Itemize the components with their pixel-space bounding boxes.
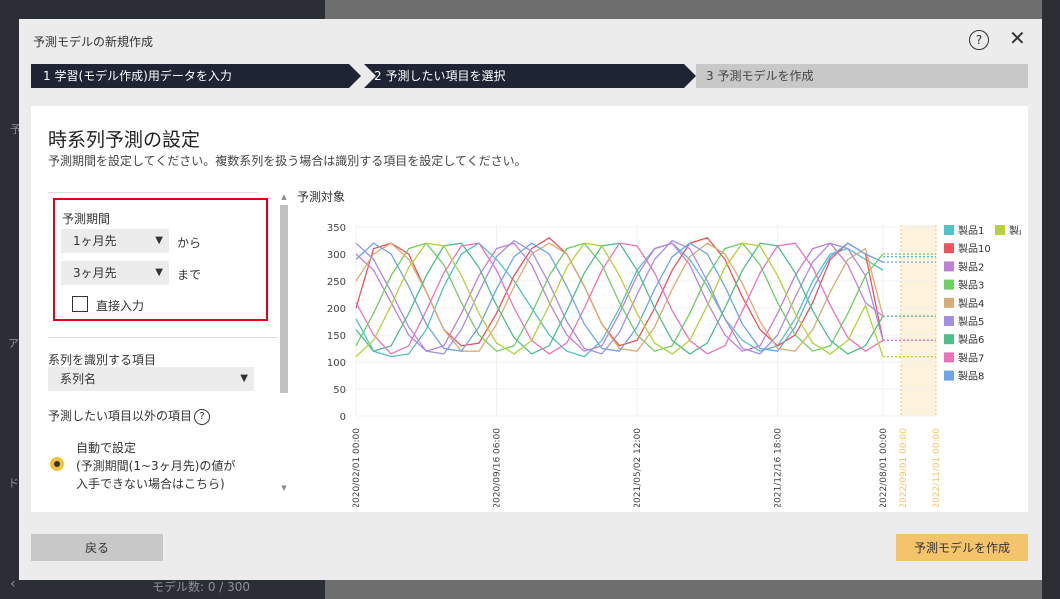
legend-label: 製品8 [958,370,984,383]
period-to-suffix: まで [177,268,202,282]
direct-input-checkbox[interactable] [72,296,88,312]
step-3-create-model: 3 予測モデルを作成 [696,64,1028,88]
period-to-value: 3ヶ月先 [73,266,117,280]
chevron-down-icon: ▼ [240,373,248,384]
x-tick-label: 2022/08/01 00:00 [879,428,889,507]
forecast-tick-label: 2022/11/01 00:00 [932,428,942,507]
other-items-label: 予測したい項目以外の項目? [48,407,211,425]
background-right-border [1042,0,1060,599]
x-tick-label: 2021/12/16 18:00 [774,428,784,507]
period-from-select[interactable]: 1ヶ月先 ▼ [61,229,169,253]
form-scrollbar[interactable]: ▲ ▼ [279,193,289,494]
chevron-down-icon: ▼ [155,267,163,278]
legend-label: 製品7 [958,351,984,364]
period-label: 予測期間 [62,212,111,226]
y-tick-label: 0 [340,412,346,423]
x-tick-label: 2021/05/02 12:00 [633,428,643,507]
series-id-value: 系列名 [60,372,97,386]
model-count: モデル数: 0 / 300 [152,580,251,594]
create-model-button[interactable]: 予測モデルを作成 [896,534,1028,561]
panel-title: 時系列予測の設定 [48,129,201,151]
legend-label: 製品5 [958,315,984,328]
background-sidebar-text: ド [8,477,19,490]
series-id-label: 系列を識別する項目 [48,353,157,367]
direct-input-label: 直接入力 [96,299,145,313]
auto-setting-line: (予測期間(1~3ヶ月先)の値が [76,459,236,473]
legend-swatch [944,297,954,308]
legend-label: 製品9 [1009,224,1021,237]
legend-swatch [944,261,954,272]
legend-swatch [944,243,954,254]
legend-label: 製品1 [958,224,984,237]
settings-form: 予測期間 1ヶ月先 ▼ から 3ヶ月先 ▼ まで 直接入力 系列を識別する項目 … [48,192,278,492]
scroll-down-icon[interactable]: ▼ [279,484,289,494]
legend-swatch [944,352,954,363]
step-1-input-data: 1 学習(モデル作成)用データを入力 [31,64,361,88]
legend-label: 製品6 [958,333,984,346]
auto-setting-radio[interactable] [50,457,64,471]
step-2-select-target: 2 予測したい項目を選択 [364,64,696,88]
legend-swatch [944,370,954,381]
dialog-title: 予測モデルの新規作成 [33,35,154,49]
back-button[interactable]: 戻る [31,534,163,561]
collapse-arrow-icon[interactable]: ‹ [10,576,16,592]
scroll-thumb[interactable] [280,205,288,393]
x-tick-label: 2020/02/01 00:00 [352,428,362,507]
y-tick-label: 50 [333,385,346,396]
y-tick-label: 300 [327,250,346,261]
forecast-tick-label: 2022/09/01 00:00 [899,428,909,507]
forecast-chart: 0 50 100 150 200 250 300 350 2020/02/01 00:00 202… [327,223,1021,507]
create-model-dialog: 予測モデルの新規作成 ? ✕ 1 学習(モデル作成)用データを入力 2 予測した… [19,19,1042,580]
divider [48,192,258,193]
background-sidebar-text: ア [8,337,19,350]
auto-setting-line: 入手できない場合はこちら) [76,477,225,491]
wizard-steps: 1 学習(モデル作成)用データを入力 2 予測したい項目を選択 3 予測モデルを… [31,64,1028,88]
legend-swatch [944,279,954,290]
period-to-select[interactable]: 3ヶ月先 ▼ [61,261,169,285]
legend-swatch [995,225,1005,235]
y-tick-label: 200 [327,304,346,315]
auto-setting-line: 自動で設定 [76,441,137,455]
legend-swatch [944,334,954,345]
panel-description: 予測期間を設定してください。複数系列を扱う場合は識別する項目を設定してください。 [48,154,527,168]
y-tick-label: 350 [327,223,346,234]
period-from-suffix: から [177,236,202,250]
scroll-up-icon[interactable]: ▲ [279,193,289,203]
legend-label: 製品3 [958,279,984,292]
legend-label: 製品10 [958,242,991,255]
y-tick-label: 250 [327,277,346,288]
series-id-select[interactable]: 系列名 ▼ [48,367,254,391]
other-items-label-text: 予測したい項目以外の項目 [48,409,193,423]
close-icon[interactable]: ✕ [1009,27,1026,49]
radio-selected-dot [54,461,60,467]
legend-swatch [944,225,954,235]
legend-swatch [944,316,954,326]
auto-setting-label: 自動で設定 (予測期間(1~3ヶ月先)の値が 入手できない場合はこちら) [76,439,235,492]
divider [48,337,278,338]
legend-label: 製品4 [958,297,984,310]
y-tick-label: 150 [327,331,346,342]
help-icon[interactable]: ? [969,30,989,50]
x-tick-label: 2020/09/16 06:00 [493,428,503,507]
legend-label: 製品2 [958,260,984,273]
help-icon[interactable]: ? [194,408,211,425]
y-tick-label: 100 [327,358,346,369]
chevron-down-icon: ▼ [155,235,163,246]
period-from-value: 1ヶ月先 [73,234,117,248]
settings-panel: 時系列予測の設定 予測期間を設定してください。複数系列を扱う場合は識別する項目を… [31,106,1028,512]
